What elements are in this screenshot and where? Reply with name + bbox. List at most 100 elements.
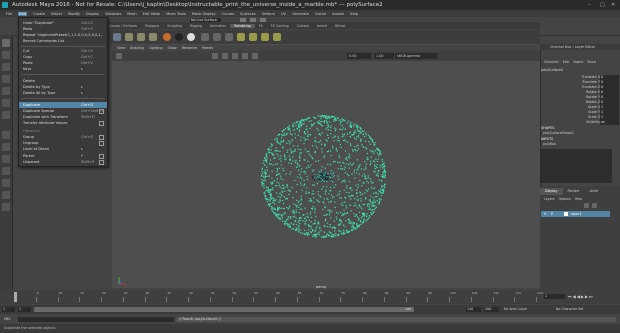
layer-row[interactable]: V P layer1 (541, 211, 610, 217)
menu-item-keys[interactable]: Keys ▸ (19, 66, 107, 72)
shelf-tab-custom[interactable]: Custom (293, 24, 313, 28)
camera-icon[interactable] (113, 33, 121, 41)
new-layer-selected-icon[interactable] (592, 203, 597, 208)
cb-menu-object[interactable]: Object (573, 60, 583, 66)
smooth-shade-icon[interactable] (222, 53, 228, 59)
point-cloud-sphere[interactable] (112, 61, 540, 288)
tab-render[interactable]: Render (563, 188, 585, 195)
phong-icon[interactable] (201, 33, 209, 41)
step-forward-icon[interactable]: ▶ (585, 294, 588, 300)
snapshot-icon[interactable] (273, 33, 281, 41)
character-set-select[interactable]: No Character Set (556, 307, 583, 311)
menu-modify[interactable]: Modify (68, 12, 80, 16)
shelf-tab-curves[interactable]: Curves / Surfaces (105, 24, 141, 28)
shelf-tab-rigging[interactable]: Rigging (186, 24, 206, 28)
menu-file[interactable]: File (6, 12, 12, 16)
layout-four-icon[interactable] (2, 143, 10, 151)
menu-cache[interactable]: Cache (315, 12, 326, 16)
hypershade-icon[interactable] (213, 33, 221, 41)
menu-display[interactable]: Display (86, 12, 99, 16)
exposure-field[interactable]: 0.00 (347, 53, 371, 59)
wireframe-icon[interactable] (212, 53, 218, 59)
object-name[interactable]: polySurface2 (541, 68, 563, 72)
gamma-field[interactable]: 1.00 (374, 53, 394, 59)
outliner-icon[interactable] (2, 167, 10, 175)
range-bar[interactable]: 120 (34, 307, 414, 312)
menu-select[interactable]: Select (51, 12, 62, 16)
layout-single-icon[interactable] (2, 131, 10, 139)
cb-menu-channels[interactable]: Channels (544, 60, 559, 66)
shelf-tab-animation[interactable]: Animation (206, 24, 230, 28)
vp-menu-panels[interactable]: Panels (202, 46, 213, 50)
rotate-tool-icon[interactable] (2, 87, 10, 95)
layout-side-icon[interactable] (2, 155, 10, 163)
graph-layout-icon[interactable] (2, 179, 10, 187)
spot-light-icon[interactable] (137, 33, 145, 41)
layer-name[interactable]: layer1 (571, 211, 582, 217)
lights-icon[interactable] (242, 53, 248, 59)
shelf-tab-fx-caching[interactable]: FX Caching (267, 24, 293, 28)
select-tool-icon[interactable] (2, 39, 10, 47)
cb-menu-show[interactable]: Show (587, 60, 596, 66)
start-time-field[interactable]: 1 (2, 307, 15, 312)
vp-menu-lighting[interactable]: Lighting (149, 46, 163, 50)
scale-tool-icon[interactable] (2, 99, 10, 107)
minimize-icon[interactable]: – (588, 2, 591, 8)
ipr-render-icon[interactable] (261, 33, 269, 41)
menu-item-transfer-attribute-values[interactable]: Transfer Attribute Values (19, 120, 107, 126)
menu-arnold[interactable]: Arnold (332, 12, 344, 16)
go-start-icon[interactable]: ⏮ (568, 294, 572, 300)
blinn-icon[interactable] (187, 33, 195, 41)
shelf-tab-fx[interactable]: FX (255, 24, 267, 28)
camera-attributes-icon[interactable] (116, 53, 122, 59)
anim-layer-select[interactable]: No Anim Layer (504, 307, 527, 311)
menu-item-unparent[interactable]: Unparent Shift+P (19, 159, 107, 165)
last-tool-icon[interactable] (2, 111, 10, 119)
time-slider[interactable]: 1510152025303540455055606570758085909510… (0, 290, 620, 304)
menu-generate[interactable]: Generate (292, 12, 309, 16)
menu-uv[interactable]: UV (281, 12, 286, 16)
menu-deform[interactable]: Deform (262, 12, 275, 16)
layer-menu-layers[interactable]: Layers (544, 196, 555, 202)
play-icon[interactable]: ▶ (581, 294, 584, 300)
shelf-tab-bifrost[interactable]: Bifrost (331, 24, 349, 28)
step-back-icon[interactable]: ◀ (573, 294, 576, 300)
menu-edit-mesh[interactable]: Edit Mesh (143, 12, 161, 16)
shelf-tab-rendering[interactable]: Rendering (230, 23, 255, 28)
paint-select-icon[interactable] (2, 63, 10, 71)
attr-visibility[interactable]: Visibility on (558, 120, 619, 125)
render-view-icon[interactable] (163, 33, 171, 41)
menu-mesh-tools[interactable]: Mesh Tools (166, 12, 185, 16)
move-tool-icon[interactable] (2, 75, 10, 83)
range-end-field[interactable]: 120 (466, 307, 481, 312)
render-settings-icon[interactable] (225, 33, 233, 41)
3d-viewport[interactable] (112, 61, 540, 288)
input-name[interactable]: polyBoo (543, 142, 556, 146)
menu-mesh-display[interactable]: Mesh Display (192, 12, 216, 16)
current-time-marker[interactable] (14, 292, 17, 302)
shape-name[interactable]: polySurfaceShape2 (543, 131, 574, 135)
menu-curves[interactable]: Curves (222, 12, 234, 16)
command-input[interactable] (18, 317, 174, 322)
textured-icon[interactable] (232, 53, 238, 59)
area-light-icon[interactable] (149, 33, 157, 41)
layout-hypershade-icon[interactable] (2, 203, 10, 211)
range-start-field[interactable]: 1 (18, 307, 31, 312)
shelf-tab-polygons[interactable]: Polygons (141, 24, 163, 28)
menu-help[interactable]: Help (350, 12, 358, 16)
menu-item-recent-commands[interactable]: Recent Commands List (19, 38, 107, 44)
end-time-field[interactable]: 200 (484, 307, 499, 312)
layer-playback-toggle[interactable]: P (551, 211, 553, 217)
menu-item-level-of-detail[interactable]: Level of Detail ▸ (19, 146, 107, 152)
light-icon[interactable] (125, 33, 133, 41)
menu-item-delete-all-by-type[interactable]: Delete All by Type ▸ (19, 90, 107, 96)
layout-persp-outliner-icon[interactable] (2, 191, 10, 199)
new-layer-icon[interactable] (584, 203, 589, 208)
lambert-icon[interactable] (175, 33, 183, 41)
command-lang-label[interactable]: MEL (4, 316, 11, 323)
menu-mesh[interactable]: Mesh (127, 12, 136, 16)
menu-surfaces[interactable]: Surfaces (240, 12, 256, 16)
shelf-tab-arnold[interactable]: Arnold (313, 24, 331, 28)
go-end-icon[interactable]: ⏭ (589, 294, 593, 300)
menu-windows[interactable]: Windows (105, 12, 121, 16)
